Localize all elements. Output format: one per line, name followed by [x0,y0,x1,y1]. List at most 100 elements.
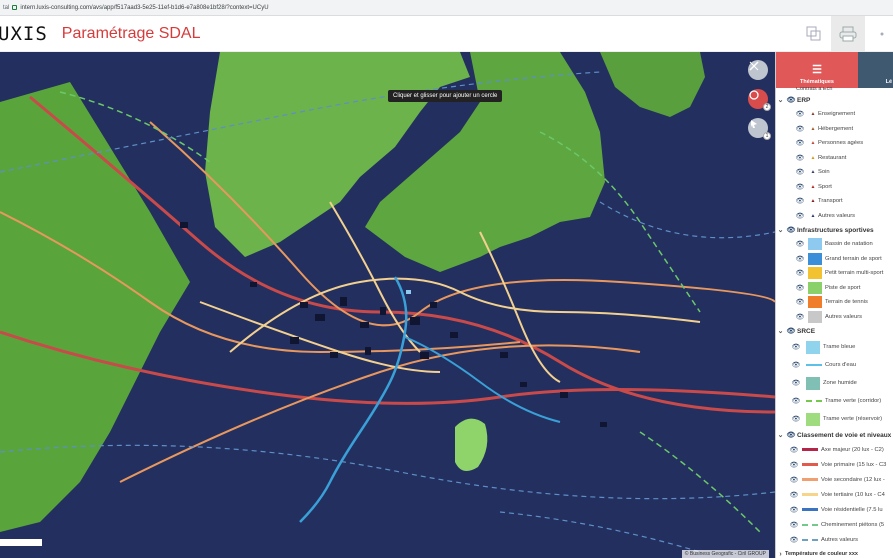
legend-item-label: Restaurant [818,154,847,161]
eye-icon[interactable]: 👁 [785,431,797,439]
eye-icon[interactable]: 👁 [790,361,802,369]
legend-item[interactable]: 👁 Grand terrain de sport [776,252,893,267]
eye-icon[interactable]: 👁 [794,139,806,147]
legend-item[interactable]: 👁 ▲ Soin [776,165,893,180]
app-logo[interactable]: UXIS [0,23,48,45]
legend-item-label: Cours d'eau [825,362,857,368]
legend-item[interactable]: 👁 Piste de sport [776,281,893,296]
legend-item[interactable]: 👁 Cheminement piétons (5 [776,517,893,532]
group-label: ERP [797,96,811,104]
circle-tool[interactable]: 2 [748,89,771,111]
eye-icon[interactable]: 👁 [794,125,806,133]
eye-icon[interactable]: 👁 [790,379,802,387]
chevron-down-icon[interactable]: ⌄ [776,327,785,335]
eye-icon[interactable]: 👁 [790,397,802,405]
line-swatch [802,523,818,526]
legend-item[interactable]: 👁 Voie tertiaire (10 lux - C4 [776,487,893,502]
group-next[interactable]: › Température de couleur xxx [776,547,893,558]
draw-line-tool[interactable] [748,60,768,80]
group-label: Infrastructures sportives [797,226,874,234]
eye-icon[interactable]: 👁 [790,343,802,351]
eye-icon[interactable]: 👁 [794,183,806,191]
draw-tooltip: Cliquer et glisser pour ajouter un cercl… [388,90,503,102]
color-swatch [808,310,822,323]
legend-item[interactable]: 👁 Petit terrain multi-sport [776,266,893,281]
legend-item[interactable]: 👁 Trame verte (réservoir) [776,410,893,428]
legend-item[interactable]: 👁 Voie secondaire (12 lux - [776,472,893,487]
copy-layers-button[interactable] [797,16,831,52]
eye-icon[interactable]: 👁 [794,154,806,162]
legend-item[interactable]: 👁 ▲ Transport [776,194,893,209]
circle-select-icon [749,90,759,100]
legend-item[interactable]: 👁 ▲ Sport [776,180,893,195]
eye-icon[interactable]: 👁 [794,240,806,248]
eye-icon[interactable]: 👁 [794,197,806,205]
color-swatch [806,376,820,390]
eye-icon[interactable]: 👁 [790,415,802,423]
tab-thematiques[interactable]: ☰ Thématiques [776,52,858,88]
eye-icon[interactable]: 👁 [794,255,806,263]
group-srce[interactable]: ⌄ 👁 SRCE [776,324,893,338]
legend-item[interactable]: 👁 ▲ Personnes agées [776,136,893,151]
eye-icon[interactable]: 👁 [794,298,806,306]
eye-icon[interactable]: 👁 [794,110,806,118]
chevron-down-icon[interactable]: ⌄ [776,226,785,234]
eye-icon[interactable]: 👁 [788,491,800,499]
eye-icon[interactable]: 👁 [794,269,806,277]
print-button[interactable] [831,16,865,52]
eye-icon[interactable]: 👁 [785,96,797,104]
eye-icon[interactable]: 👁 [788,506,800,514]
legend-item[interactable]: 👁 Autres valeurs [776,310,893,325]
legend-item[interactable]: 👁 Terrain de tennis [776,295,893,310]
select-tool[interactable]: 1 [748,118,771,140]
eye-icon[interactable]: 👁 [788,446,800,454]
browser-tab-label[interactable]: tal [3,5,9,11]
eye-icon[interactable]: 👁 [788,476,800,484]
eye-icon[interactable]: 👁 [794,168,806,176]
print-icon [839,26,857,42]
chevron-right-icon[interactable]: › [776,551,785,558]
legend-item[interactable]: 👁 ▲ Restaurant [776,151,893,166]
app-header: UXIS Paramétrage SDAL [0,16,893,52]
legend-item-label: Trame bleue [823,344,856,350]
tab-legende[interactable]: Lé [858,52,893,88]
eye-icon[interactable]: 👁 [788,461,800,469]
legend-item[interactable]: 👁 ▲ Autres valeurs [776,209,893,224]
legend-item[interactable]: 👁 Trame verte (corridor) [776,392,893,410]
legend-item[interactable]: 👁 Bassin de natation [776,237,893,252]
group-infrastructures[interactable]: ⌄ 👁 Infrastructures sportives [776,223,893,237]
legend-item[interactable]: 👁 Cours d'eau [776,356,893,374]
triangle-marker-icon: ▲ [810,198,816,205]
legend-item[interactable]: 👁 Voie résidentielle (7.5 lu [776,502,893,517]
tab-label: Lé [885,79,892,85]
more-button[interactable] [865,16,893,52]
dashed-line-swatch [806,400,822,402]
color-swatch [806,412,820,426]
url-text[interactable]: intern.luxis-consulting.com/avs/app/f517… [20,5,268,11]
group-erp[interactable]: ⌄ 👁 ERP [776,93,893,107]
legend-item-label: Voie résidentielle (7.5 lu [821,506,883,513]
legend-item[interactable]: 👁 Voie primaire (15 lux - C3 [776,457,893,472]
legend-item[interactable]: 👁 ▲ Enseignement [776,107,893,122]
legend-item[interactable]: 👁 Trame bleue [776,338,893,356]
legend-item[interactable]: 👁 Zone humide [776,374,893,392]
panel-tabs: ☰ Thématiques Lé [776,52,893,88]
legend-item[interactable]: 👁 Autres valeurs [776,532,893,547]
chevron-down-icon[interactable]: ⌄ [776,96,785,104]
header-actions [797,16,893,52]
eye-icon[interactable]: 👁 [794,212,806,220]
browser-address-bar[interactable]: tal intern.luxis-consulting.com/avs/app/… [0,0,893,16]
eye-icon[interactable]: 👁 [785,226,797,234]
legend-item[interactable]: 👁 Axe majeur (20 lux - C2) [776,442,893,457]
eye-icon[interactable]: 👁 [794,313,806,321]
line-swatch [802,493,818,496]
group-classement[interactable]: ⌄ 👁 Classement de voie et niveaux [776,428,893,442]
legend-item-label: Zone humide [823,380,857,386]
chevron-down-icon[interactable]: ⌄ [776,431,785,439]
eye-icon[interactable]: 👁 [788,521,800,529]
eye-icon[interactable]: 👁 [794,284,806,292]
eye-icon[interactable]: 👁 [785,327,797,335]
legend-item[interactable]: 👁 ▲ Hébergement [776,122,893,137]
eye-icon[interactable]: 👁 [788,536,800,544]
map-canvas[interactable]: Cliquer et glisser pour ajouter un cercl… [0,52,775,558]
